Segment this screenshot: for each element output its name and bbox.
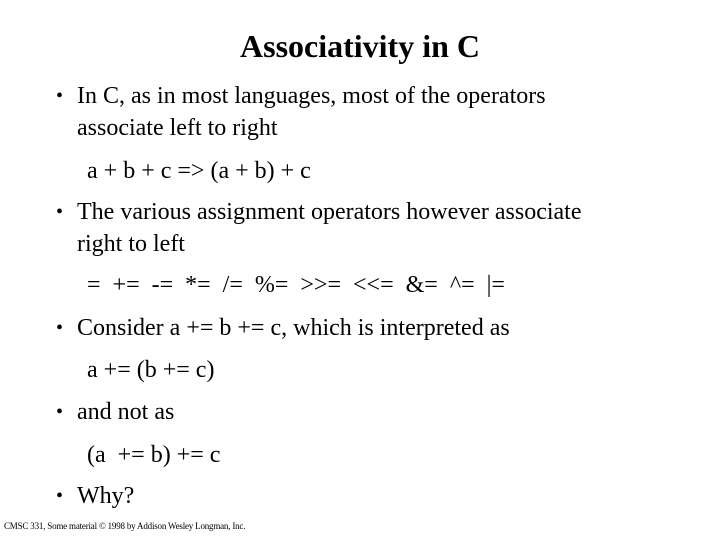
bullet-line: Why?: [77, 483, 135, 509]
bullet-consider: • Consider a += b += c, which is interpr…: [56, 312, 510, 344]
bullet-line: In C, as in most languages, most of the …: [77, 83, 546, 109]
assignment-operators-list: = += -= *= /= %= >>= <<= &= ^= |=: [87, 272, 505, 298]
code-example-wrong-assoc: (a += b) += c: [87, 442, 221, 468]
bullet-left-to-right: • In C, as in most languages, most of th…: [56, 80, 546, 144]
bullet-icon: •: [56, 85, 64, 107]
code-example-right-assoc: a += (b += c): [87, 357, 215, 383]
bullet-line: associate left to right: [77, 115, 278, 141]
bullet-right-to-left: • The various assignment operators howev…: [56, 196, 582, 260]
bullet-icon: •: [56, 401, 64, 423]
bullet-why: • Why?: [56, 480, 134, 512]
copyright-footer: CMSC 331, Some material © 1998 by Addiso…: [4, 521, 246, 531]
bullet-icon: •: [56, 201, 64, 223]
bullet-line: and not as: [77, 399, 175, 425]
bullet-icon: •: [56, 317, 64, 339]
bullet-and-not-as: • and not as: [56, 396, 174, 428]
bullet-line: The various assignment operators however…: [77, 199, 582, 225]
code-example-left-assoc: a + b + c => (a + b) + c: [87, 158, 311, 184]
bullet-icon: •: [56, 485, 64, 507]
slide-title: Associativity in C: [240, 28, 480, 64]
bullet-line: Consider a += b += c, which is interpret…: [77, 315, 510, 341]
bullet-line: right to left: [77, 231, 185, 257]
